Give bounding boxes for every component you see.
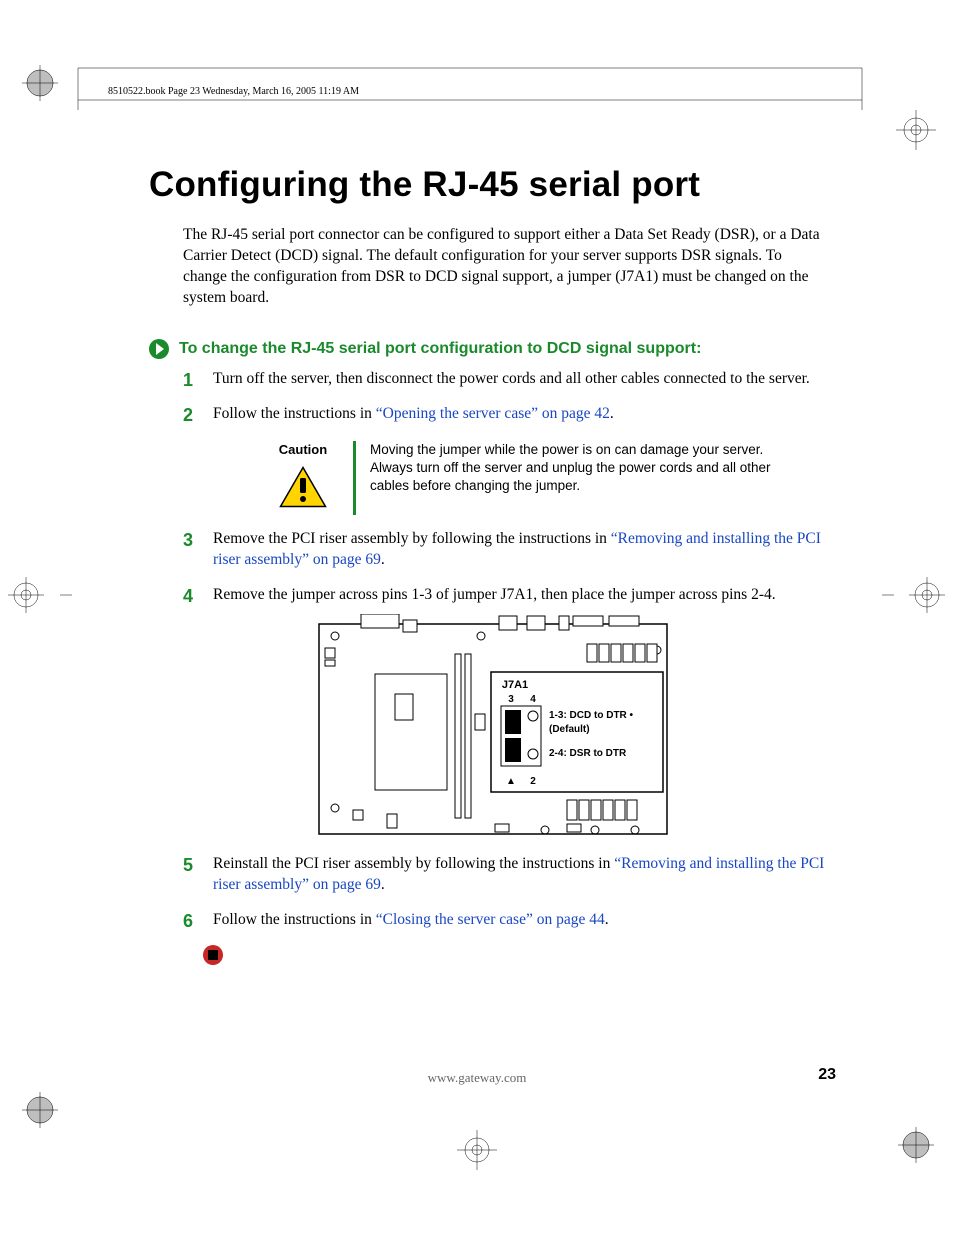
step-2: Follow the instructions in “Opening the … <box>183 404 829 515</box>
running-head: 8510522.book Page 23 Wednesday, March 16… <box>108 86 359 97</box>
diagram-line-1: 1-3: DCD to DTR • <box>549 710 634 721</box>
caution-left: Caution <box>261 441 353 515</box>
diagram-line-2: 2-4: DSR to DTR <box>549 748 627 759</box>
diagram-title: J7A1 <box>502 679 528 691</box>
step-3: Remove the PCI riser assembly by followi… <box>183 529 829 571</box>
intro-paragraph: The RJ-45 serial port connector can be c… <box>183 225 829 309</box>
stop-icon <box>203 945 223 965</box>
step-2-post: . <box>610 405 614 422</box>
caution-block: Caution Moving the jumper while the powe… <box>261 441 829 515</box>
page-number: 23 <box>818 1066 836 1084</box>
xref-close-case[interactable]: “Closing the server case” on page 44 <box>376 911 605 928</box>
procedure-heading: To change the RJ-45 serial port configur… <box>179 340 701 358</box>
procedure-heading-row: To change the RJ-45 serial port configur… <box>149 339 829 359</box>
caution-separator <box>353 441 356 515</box>
play-icon <box>149 339 169 359</box>
xref-open-case[interactable]: “Opening the server case” on page 42 <box>376 405 610 422</box>
caution-icon <box>279 466 327 508</box>
step-1: Turn off the server, then disconnect the… <box>183 369 829 390</box>
caution-text: Moving the jumper while the power is on … <box>370 441 790 496</box>
step-list: Turn off the server, then disconnect the… <box>183 369 829 931</box>
step-5-pre: Reinstall the PCI riser assembly by foll… <box>213 855 614 872</box>
page-title: Configuring the RJ-45 serial port <box>149 165 829 205</box>
step-5: Reinstall the PCI riser assembly by foll… <box>183 854 829 896</box>
step-1-text: Turn off the server, then disconnect the… <box>213 370 810 387</box>
caution-label: Caution <box>261 441 345 459</box>
diagram-pin-2: 2 <box>530 776 536 787</box>
step-3-post: . <box>381 551 385 568</box>
diagram-pin-4: 4 <box>530 694 536 705</box>
footer-url: www.gateway.com <box>0 1070 954 1086</box>
page-content: Configuring the RJ-45 serial port The RJ… <box>149 165 829 965</box>
diagram-line-1b: (Default) <box>549 724 590 735</box>
step-2-pre: Follow the instructions in <box>213 405 376 422</box>
step-4: Remove the jumper across pins 1-3 of jum… <box>183 585 829 838</box>
step-6-post: . <box>605 911 609 928</box>
step-5-post: . <box>381 876 385 893</box>
step-6: Follow the instructions in “Closing the … <box>183 910 829 931</box>
step-3-pre: Remove the PCI riser assembly by followi… <box>213 530 611 547</box>
step-6-pre: Follow the instructions in <box>213 911 376 928</box>
diagram-pin-3: 3 <box>508 694 514 705</box>
svg-text:▲: ▲ <box>506 776 516 787</box>
board-diagram: J7A1 3 4 ▲ 2 1-3: DCD to DTR • (Default)… <box>313 614 829 838</box>
step-4-text: Remove the jumper across pins 1-3 of jum… <box>213 586 776 603</box>
page: 8510522.book Page 23 Wednesday, March 16… <box>0 0 954 1235</box>
